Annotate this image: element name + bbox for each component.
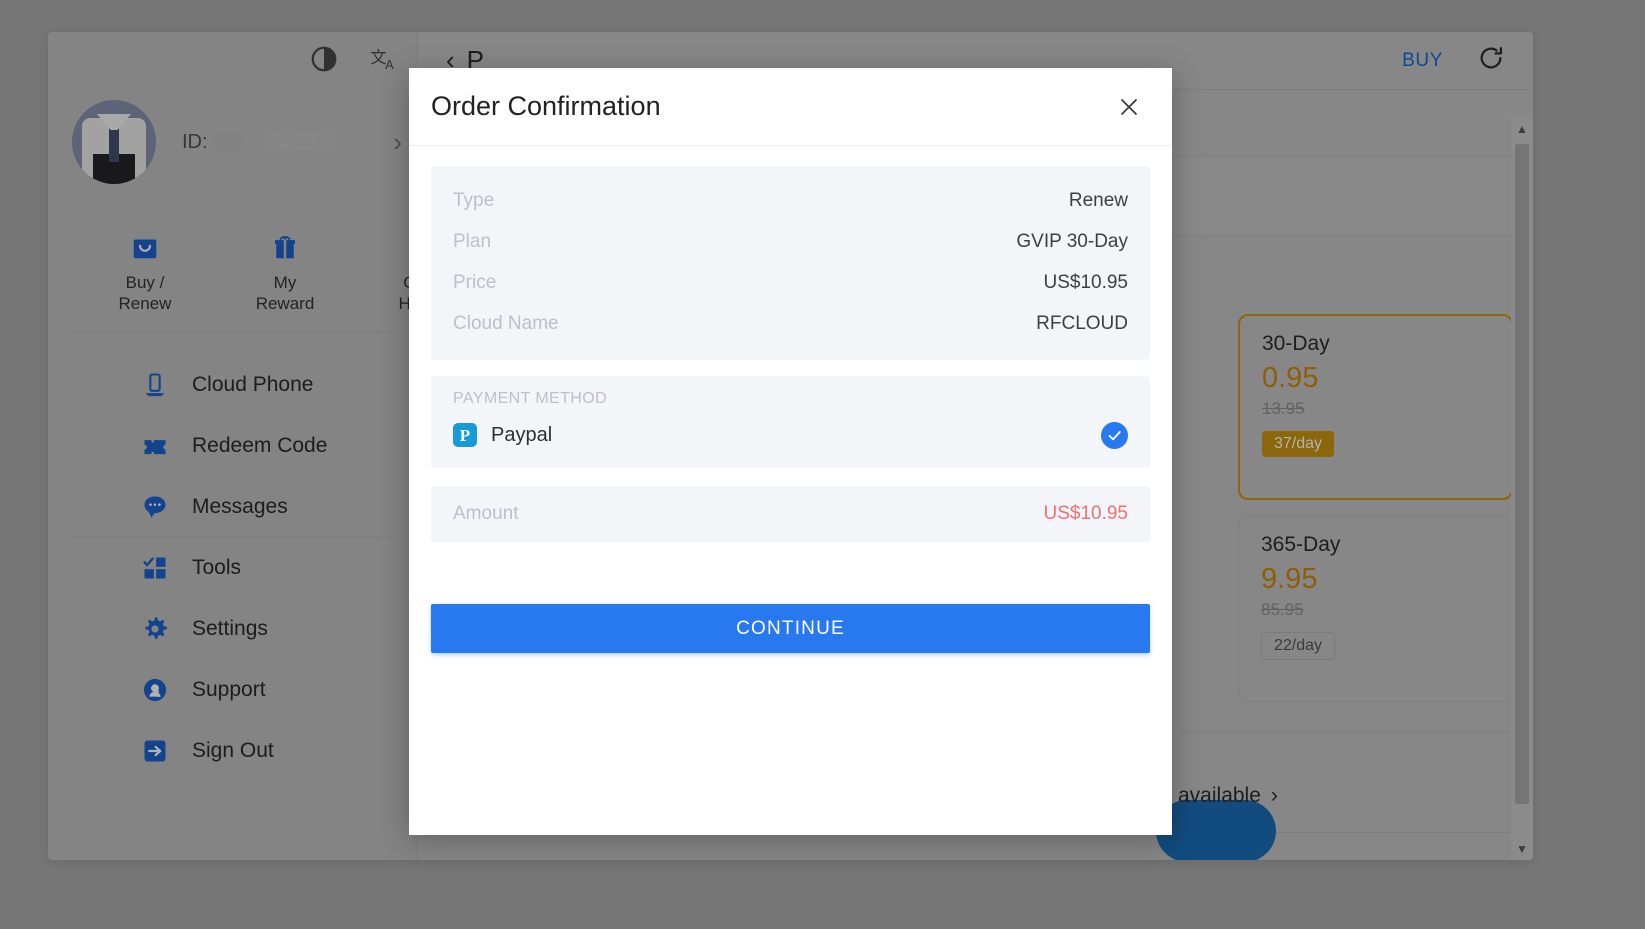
modal-body: Type Renew Plan GVIP 30-Day Price US$10.… [409, 146, 1172, 835]
amount-value: US$10.95 [1043, 503, 1128, 524]
payment-method-title: PAYMENT METHOD [453, 390, 608, 407]
amount-panel: Amount US$10.95 [431, 486, 1150, 542]
continue-button[interactable]: CONTINUE [431, 604, 1150, 653]
modal-header: Order Confirmation [409, 68, 1172, 146]
detail-row-price: Price US$10.95 [453, 262, 1128, 303]
paypal-icon: P [453, 423, 477, 447]
payment-method-panel: PAYMENT METHOD P Paypal [431, 376, 1150, 468]
detail-row-plan: Plan GVIP 30-Day [453, 221, 1128, 262]
detail-value: Renew [1068, 189, 1128, 211]
detail-row-type: Type Renew [453, 180, 1128, 221]
close-icon[interactable] [1112, 90, 1146, 124]
detail-value: US$10.95 [1043, 271, 1128, 293]
check-circle-icon [1101, 421, 1128, 449]
payment-option-label: Paypal [491, 423, 553, 446]
detail-row-cloud-name: Cloud Name RFCLOUD [453, 303, 1128, 344]
detail-value: RFCLOUD [1036, 312, 1128, 334]
detail-value: GVIP 30-Day [1016, 230, 1128, 252]
detail-key: Price [453, 271, 497, 293]
detail-key: Cloud Name [453, 312, 559, 334]
detail-key: Plan [453, 230, 492, 252]
modal-title: Order Confirmation [431, 91, 661, 121]
order-details-panel: Type Renew Plan GVIP 30-Day Price US$10.… [431, 166, 1150, 360]
amount-label: Amount [453, 503, 519, 524]
payment-option-paypal[interactable]: P Paypal [453, 420, 1128, 450]
order-confirmation-modal: Order Confirmation Type Renew Plan GVIP … [409, 68, 1172, 835]
detail-key: Type [453, 189, 495, 211]
